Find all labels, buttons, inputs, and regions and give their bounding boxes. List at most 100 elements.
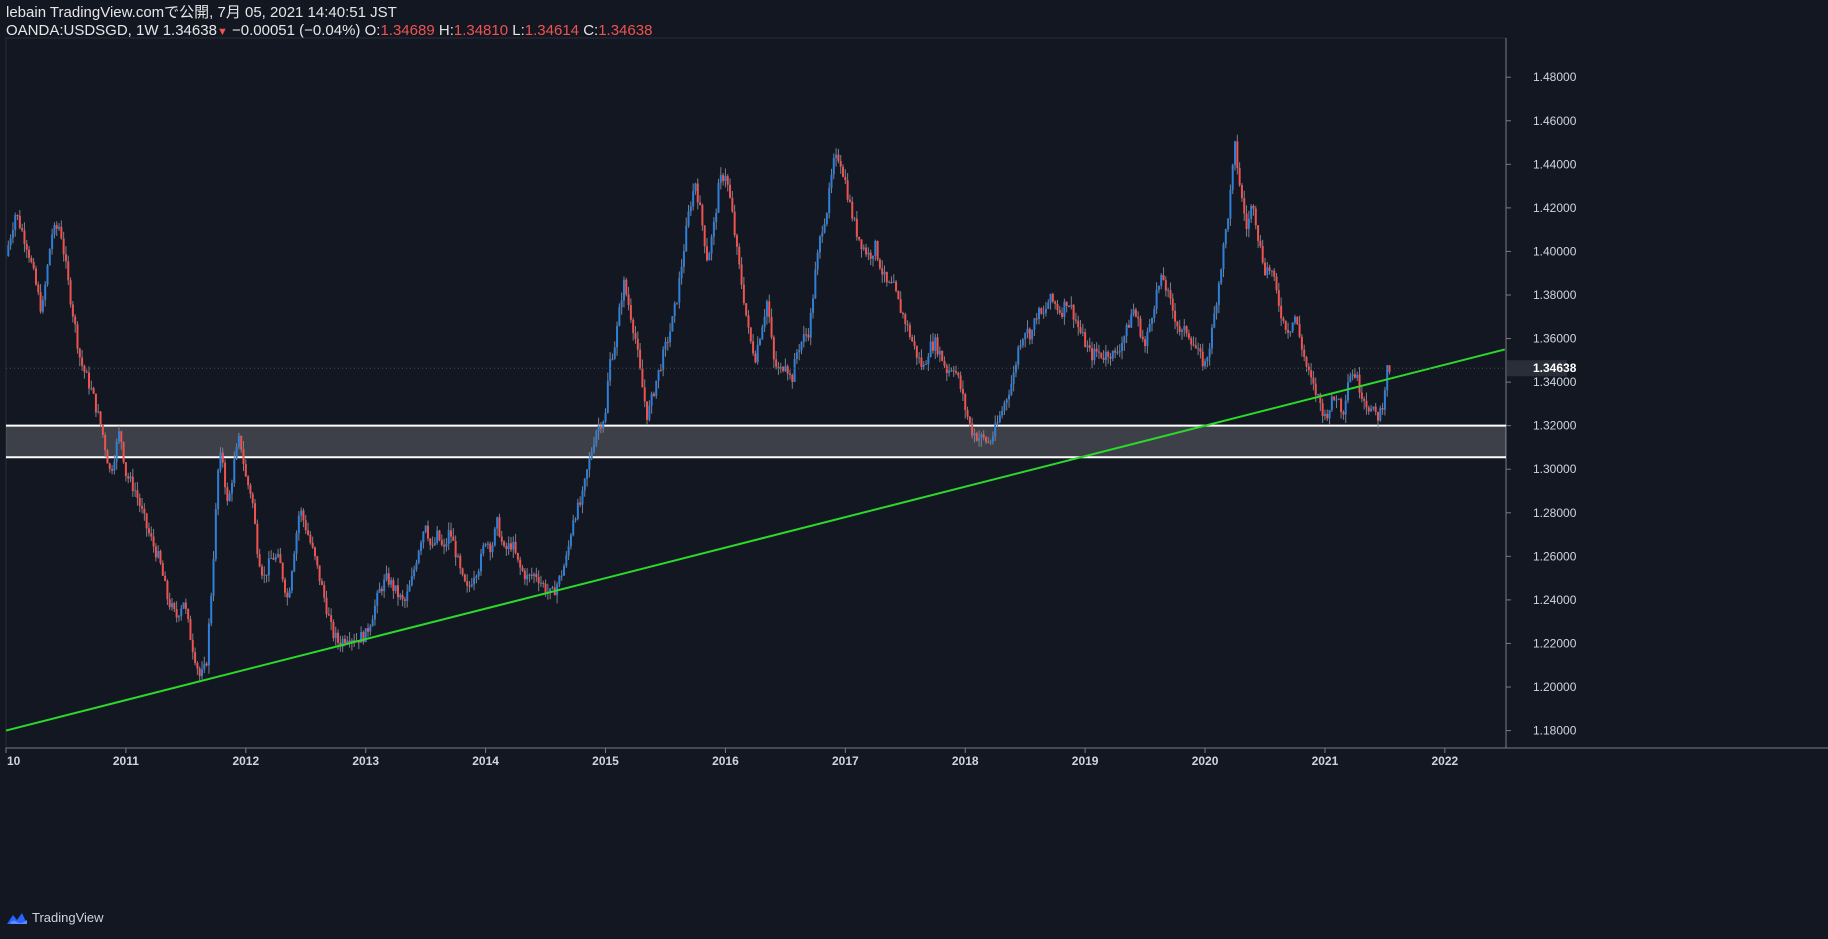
candle — [800, 342, 803, 351]
candle — [1176, 321, 1179, 327]
y-tick-label: 1.30000 — [1533, 462, 1577, 476]
candle — [1167, 290, 1170, 292]
candle — [313, 547, 316, 557]
candle — [1298, 324, 1301, 337]
candle — [1365, 400, 1368, 408]
candle — [793, 358, 796, 382]
candle — [1227, 218, 1230, 230]
candle — [1245, 213, 1248, 229]
candle — [1031, 329, 1034, 340]
candle — [1070, 304, 1073, 307]
candle — [1289, 331, 1292, 333]
candle — [270, 558, 273, 560]
candle — [323, 584, 326, 598]
candle — [592, 444, 595, 452]
candle — [168, 599, 171, 608]
candle — [846, 180, 849, 200]
candle — [936, 337, 939, 355]
candle — [440, 540, 443, 545]
candle — [1326, 413, 1329, 419]
candle — [574, 518, 577, 521]
candle — [1003, 402, 1006, 411]
candle — [687, 211, 690, 226]
candle — [1234, 141, 1237, 166]
price-chart[interactable]: 1.18000 1.20000 1.22000 1.24000 1.26000 1.280… — [0, 0, 1828, 939]
candle — [1121, 342, 1124, 351]
candle — [705, 246, 708, 261]
candle — [664, 341, 667, 350]
candle — [1236, 141, 1239, 169]
y-tick-label: 1.24000 — [1533, 593, 1577, 607]
brand-label: TradingView — [32, 910, 104, 925]
candle — [23, 230, 26, 244]
candle — [812, 298, 815, 313]
candle — [290, 571, 293, 591]
candle — [539, 582, 542, 584]
candle — [678, 278, 681, 303]
candle — [1183, 326, 1186, 330]
candle — [101, 424, 104, 435]
candle — [124, 462, 127, 477]
candle — [881, 268, 884, 275]
candle — [558, 575, 561, 585]
candle — [1019, 345, 1022, 347]
candle — [1157, 285, 1160, 290]
candle — [763, 316, 766, 328]
candle — [650, 393, 653, 406]
candle — [367, 628, 370, 632]
candle — [205, 663, 208, 666]
y-tick-label: 1.44000 — [1533, 157, 1577, 171]
candle — [159, 551, 162, 564]
candle — [715, 212, 718, 222]
candle — [865, 247, 868, 255]
candle — [611, 358, 614, 360]
candle — [754, 353, 757, 363]
candle — [90, 388, 93, 390]
candle — [1330, 396, 1333, 410]
candle — [233, 459, 236, 483]
candle — [871, 255, 874, 259]
candle — [189, 619, 192, 640]
candle — [1125, 325, 1128, 337]
candle — [1383, 390, 1386, 410]
candle — [426, 525, 429, 539]
candle — [1247, 218, 1250, 229]
candle — [320, 581, 323, 585]
candle — [528, 574, 531, 576]
x-tick-label: 2016 — [712, 754, 739, 768]
y-tick-label: 1.28000 — [1533, 506, 1577, 520]
candle — [931, 341, 934, 351]
candle — [1210, 327, 1213, 349]
candle — [991, 436, 994, 442]
plot-frame — [5, 37, 1507, 749]
y-tick-label: 1.42000 — [1533, 201, 1577, 215]
candle — [602, 421, 605, 429]
candle — [274, 556, 277, 560]
candle — [662, 349, 665, 370]
candle — [878, 259, 881, 269]
candle — [401, 594, 404, 600]
candle — [648, 405, 651, 420]
candle — [1259, 240, 1262, 247]
candle — [699, 202, 702, 205]
candle — [277, 554, 280, 557]
candle — [756, 344, 759, 363]
candle — [1054, 301, 1057, 304]
candle — [892, 281, 895, 283]
candle — [901, 313, 904, 315]
candle — [1107, 351, 1110, 357]
candle — [563, 565, 566, 576]
candle — [284, 579, 287, 593]
candle — [337, 632, 340, 643]
candle — [652, 393, 655, 396]
candle — [1114, 350, 1117, 353]
candle — [1231, 165, 1234, 190]
candle — [521, 567, 524, 571]
candle — [987, 441, 990, 443]
candle — [1268, 267, 1271, 271]
candle — [948, 370, 951, 374]
candle — [622, 279, 625, 301]
candle — [461, 568, 464, 575]
candle — [512, 541, 515, 550]
candle — [1204, 361, 1207, 367]
